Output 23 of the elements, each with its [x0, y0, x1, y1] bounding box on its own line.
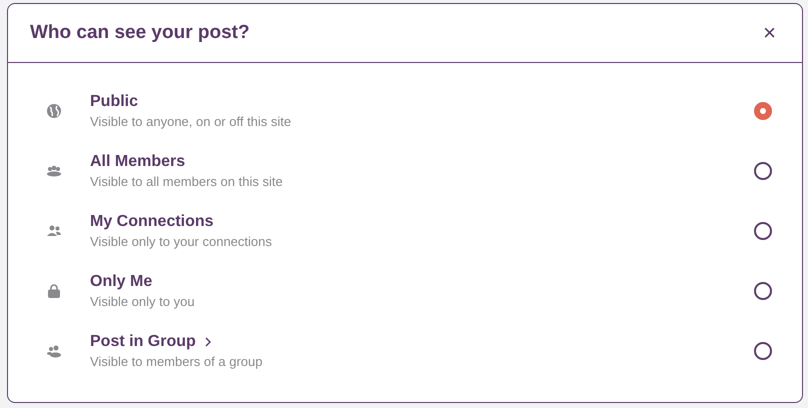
- option-description: Visible only to you: [90, 294, 196, 309]
- group-icon: [46, 343, 62, 359]
- connections-icon: [46, 223, 62, 239]
- option-description: Visible to anyone, on or off this site: [90, 114, 292, 129]
- option-label: Post in Group: [90, 333, 196, 351]
- globe-icon: [46, 103, 62, 119]
- option-label: Public: [90, 93, 138, 111]
- option-label: All Members: [90, 153, 186, 171]
- radio-button[interactable]: [754, 282, 772, 300]
- lock-icon: [46, 283, 62, 299]
- option-description: Visible to all members on this site: [90, 174, 284, 189]
- members-icon: [46, 163, 62, 179]
- option-description: Visible only to your connections: [90, 234, 273, 249]
- radio-button[interactable]: [754, 102, 772, 120]
- option-description: Visible to members of a group: [90, 354, 264, 369]
- close-button[interactable]: ×: [759, 22, 780, 44]
- option-label: Only Me: [90, 273, 152, 291]
- radio-button[interactable]: [754, 162, 772, 180]
- radio-button[interactable]: [754, 342, 772, 360]
- radio-button[interactable]: [754, 222, 772, 240]
- dialog-title: Who can see your post?: [30, 22, 250, 44]
- option-label: My Connections: [90, 213, 214, 231]
- chevron-icon[interactable]: [204, 337, 212, 347]
